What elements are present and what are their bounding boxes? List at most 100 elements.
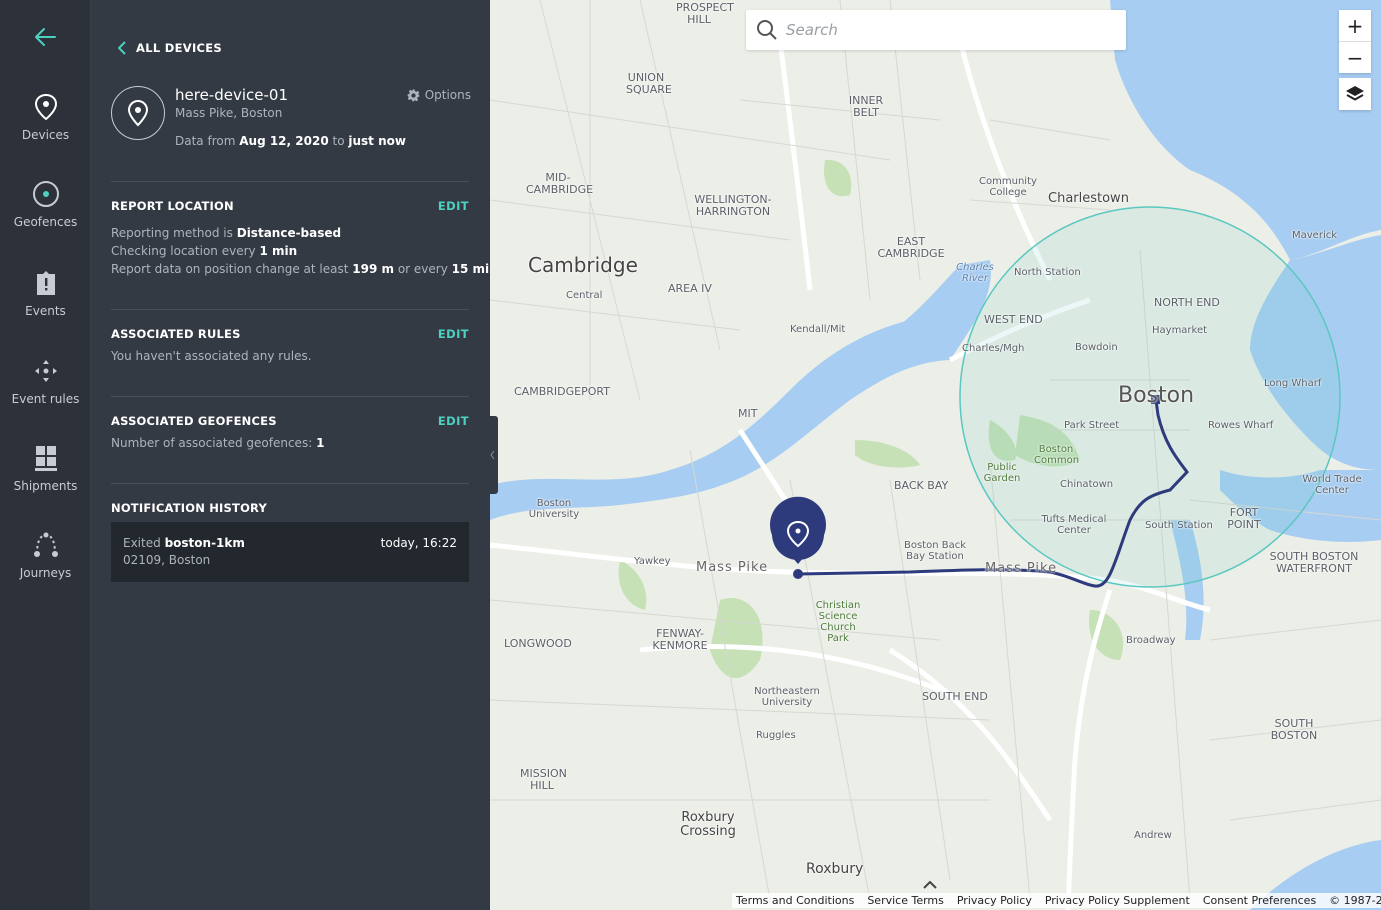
map-label-chinatown: Chinatown: [1060, 479, 1114, 490]
nav-item-shipments[interactable]: Shipments: [0, 443, 91, 493]
breadcrumb-label: ALL DEVICES: [136, 41, 223, 55]
location-pin-icon: [127, 99, 149, 127]
layers-icon: [1346, 86, 1364, 101]
map-label-south-boston: SOUTH BOSTON: [1270, 717, 1318, 743]
device-header: here-device-01 Mass Pike, Boston Data fr…: [111, 86, 471, 166]
options-label: Options: [424, 88, 471, 102]
map-label-roxbury: Roxbury: [806, 861, 864, 877]
map-label-back-bay-station: Boston Back Bay Station: [903, 540, 967, 562]
map-label-park-street: Park Street: [1064, 420, 1120, 431]
checking-interval: Checking location every 1 min: [111, 244, 297, 258]
checking-prefix: Checking location every: [111, 244, 256, 258]
notification-event: Exited boston-1km: [123, 536, 245, 550]
privacy-supplement-link[interactable]: Privacy Policy Supplement: [1045, 894, 1190, 907]
map-label-christian-science: Christian Science Church Park: [815, 600, 861, 644]
search-input[interactable]: [786, 21, 1106, 39]
chevron-left-icon: [118, 41, 126, 55]
checking-value: 1 min: [259, 244, 298, 258]
service-terms-link[interactable]: Service Terms: [867, 894, 944, 907]
map-label-prospect-hill: PROSPECT HILL: [676, 1, 734, 27]
map-label-cambridge: Cambridge: [528, 253, 638, 277]
map-label-inner-belt: INNER BELT: [848, 94, 884, 120]
map-label-cambridgeport: CAMBRIDGEPORT: [514, 385, 610, 398]
report-location-section: REPORT LOCATION EDIT Reporting method is…: [111, 181, 498, 309]
terms-link[interactable]: Terms and Conditions: [736, 894, 854, 907]
edit-rules-button[interactable]: EDIT: [438, 327, 469, 341]
map-label-mit: MIT: [738, 407, 758, 420]
map-canvas[interactable]: [490, 0, 1381, 910]
to-label: to: [332, 134, 345, 148]
location-pin-icon: [34, 93, 57, 121]
map-label-union-square: UNION SQUARE: [626, 71, 672, 97]
chevron-left-icon: [490, 450, 495, 460]
zoom-out-button[interactable]: −: [1339, 42, 1371, 73]
map-label-north-station: North Station: [1014, 267, 1081, 278]
map-layers-button[interactable]: [1339, 78, 1371, 110]
geofence-count-value: 1: [316, 436, 325, 450]
collapse-panel-handle[interactable]: [488, 416, 498, 494]
notification-item[interactable]: Exited boston-1km today, 16:22 02109, Bo…: [111, 522, 469, 582]
zoom-in-button[interactable]: +: [1339, 10, 1371, 41]
back-arrow-icon[interactable]: [33, 26, 57, 48]
nav-item-label: Journeys: [19, 566, 72, 580]
nav-item-journeys[interactable]: Journeys: [0, 530, 91, 580]
report-threshold: Report data on position change at least …: [111, 262, 498, 276]
nav-item-label: Event rules: [11, 392, 80, 406]
map-label-bowdoin: Bowdoin: [1075, 342, 1118, 353]
map-label-maverick: Maverick: [1292, 230, 1338, 241]
section-title: REPORT LOCATION: [111, 199, 234, 213]
gear-icon: [407, 89, 420, 101]
map-label-charlestown: Charlestown: [1048, 191, 1129, 206]
map-label-long-wharf: Long Wharf: [1264, 378, 1322, 389]
nav-item-devices[interactable]: Devices: [0, 92, 91, 142]
notification-address: 02109, Boston: [123, 553, 211, 567]
device-name: here-device-01: [175, 86, 288, 104]
map-label-tufts: Tufts Medical Center: [1041, 514, 1107, 536]
notification-action: Exited: [123, 536, 161, 550]
geofence-count: Number of associated geofences: 1: [111, 436, 324, 450]
notification-time: today, 16:22: [380, 536, 457, 550]
device-detail-panel: ALL DEVICES here-device-01 Mass Pike, Bo…: [91, 0, 498, 910]
map-label-central: Central: [566, 290, 603, 301]
nav-item-events[interactable]: Events: [0, 268, 91, 318]
map-label-boston-common: Boston Common: [1034, 444, 1080, 466]
associated-geofences-section: ASSOCIATED GEOFENCES EDIT Number of asso…: [111, 396, 469, 483]
options-button[interactable]: Options: [407, 88, 471, 102]
data-from-label: Data from: [175, 134, 236, 148]
map-label-ruggles: Ruggles: [756, 730, 796, 741]
search-icon: [757, 20, 777, 40]
section-title: NOTIFICATION HISTORY: [111, 501, 267, 515]
map-view[interactable]: Cambridge Boston Charlestown Mass Pike M…: [490, 0, 1381, 910]
map-footer: Terms and Conditions Service Terms Priva…: [732, 893, 1381, 908]
nav-item-label: Events: [25, 304, 66, 318]
from-date: Aug 12, 2020: [239, 134, 329, 148]
map-label-broadway: Broadway: [1126, 635, 1176, 646]
chevron-up-icon[interactable]: [920, 875, 940, 895]
map-label-area-iv: AREA IV: [668, 282, 712, 295]
nav-item-label: Geofences: [13, 215, 78, 229]
map-search-box[interactable]: [746, 10, 1126, 50]
map-label-back-bay: BACK BAY: [894, 479, 949, 492]
edit-report-location-button[interactable]: EDIT: [438, 199, 469, 213]
map-label-south-end: SOUTH END: [922, 690, 988, 703]
map-label-roxbury-crossing: Roxbury Crossing: [680, 810, 736, 840]
privacy-policy-link[interactable]: Privacy Policy: [957, 894, 1032, 907]
map-label-mass-pike-east: Mass Pike: [985, 561, 1058, 576]
device-data-range: Data from Aug 12, 2020 to just now: [175, 134, 406, 148]
breadcrumb-all-devices[interactable]: ALL DEVICES: [118, 41, 222, 55]
map-label-rowes-wharf: Rowes Wharf: [1208, 420, 1274, 431]
edit-geofences-button[interactable]: EDIT: [438, 414, 469, 428]
map-label-fort-point: FORT POINT: [1227, 506, 1261, 532]
consent-preferences-link[interactable]: Consent Preferences: [1203, 894, 1316, 907]
to-value: just now: [348, 134, 406, 148]
method-value: Distance-based: [236, 226, 342, 240]
map-label-northeastern: Northeastern University: [754, 686, 820, 708]
geofence-icon: [32, 181, 59, 207]
map-label-haymarket: Haymarket: [1152, 325, 1208, 336]
nav-item-event-rules[interactable]: Event rules: [0, 356, 91, 406]
left-nav-rail: Devices Geofences Events Event rules Shi…: [0, 0, 91, 910]
nav-item-geofences[interactable]: Geofences: [0, 179, 91, 229]
event-rules-icon: [34, 360, 57, 382]
notification-history-section: NOTIFICATION HISTORY: [111, 483, 469, 515]
map-label-yawkey: Yawkey: [634, 556, 671, 567]
